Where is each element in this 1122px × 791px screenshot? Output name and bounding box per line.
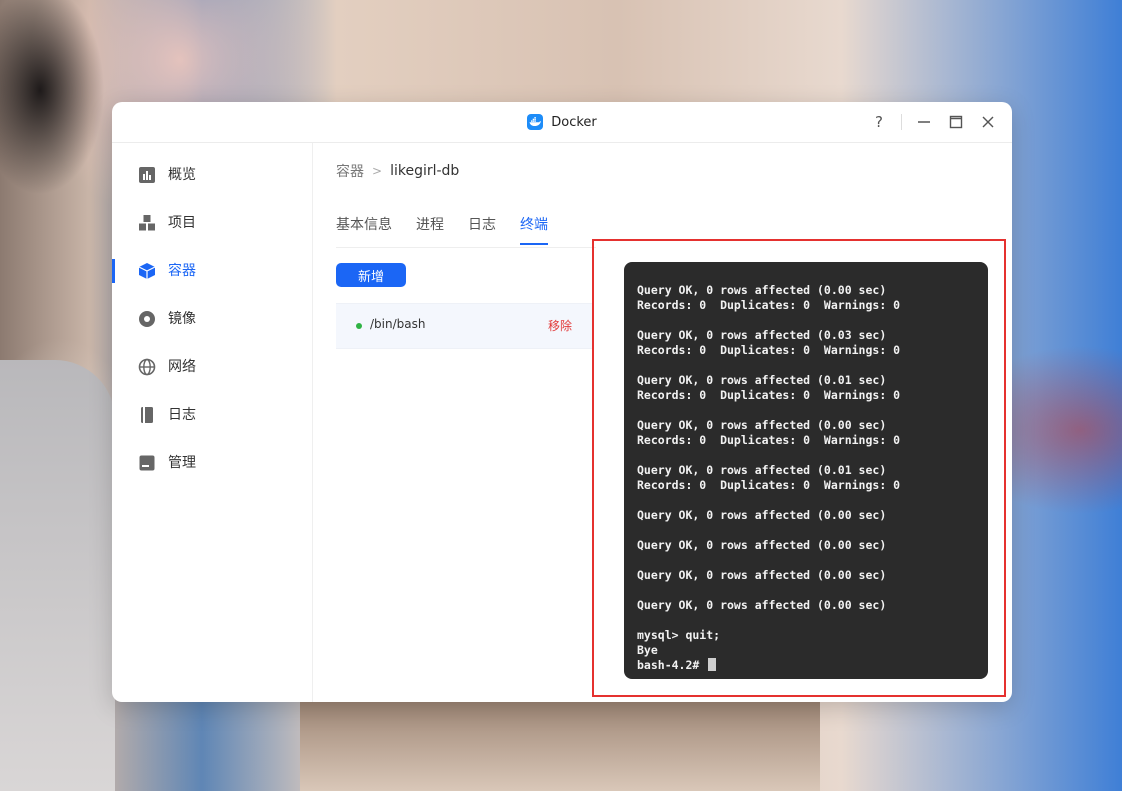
tab-basic-info[interactable]: 基本信息 [336, 215, 392, 235]
controls-divider [901, 114, 902, 130]
sidebar-item-containers[interactable]: 容器 [112, 255, 312, 287]
breadcrumb: 容器 > likegirl-db [336, 161, 459, 181]
breadcrumb-parent[interactable]: 容器 [336, 161, 364, 181]
sidebar-item-manage[interactable]: 管理 [112, 447, 312, 479]
terminal-output: Query OK, 0 rows affected (0.00 sec) Rec… [637, 283, 900, 673]
sidebar-item-logs[interactable]: 日志 [112, 399, 312, 431]
sidebar-item-label: 日志 [168, 407, 196, 423]
remove-session-link[interactable]: 移除 [548, 317, 572, 334]
disc-icon [138, 310, 156, 328]
session-name[interactable]: /bin/bash [370, 317, 425, 331]
add-session-button[interactable]: 新增 [336, 263, 406, 287]
terminal-prompt: bash-4.2# [637, 658, 707, 672]
docker-whale-icon [527, 114, 544, 130]
window-controls: ? [869, 102, 998, 142]
sidebar-item-images[interactable]: 镜像 [112, 303, 312, 335]
question-icon[interactable]: ? [869, 112, 889, 132]
breadcrumb-current: likegirl-db [390, 163, 460, 179]
sidebar-item-label: 镜像 [168, 311, 196, 327]
sidebar: 概览 项目 容器 镜像 网络 日志 管理 [112, 143, 313, 702]
overview-chart-icon [138, 166, 156, 184]
tab-processes[interactable]: 进程 [416, 215, 444, 235]
log-book-icon [138, 406, 156, 424]
sidebar-item-label: 管理 [168, 455, 196, 471]
minimize-icon[interactable] [914, 112, 934, 132]
sidebar-item-label: 网络 [168, 359, 196, 375]
background-ledge [300, 700, 820, 791]
status-dot-icon [356, 323, 362, 329]
session-row[interactable]: /bin/bash 移除 [336, 303, 592, 349]
sidebar-item-label: 项目 [168, 215, 196, 231]
globe-icon [138, 358, 156, 376]
window-title: Docker [551, 114, 597, 130]
cubes-icon [138, 214, 156, 232]
maximize-icon[interactable] [946, 112, 966, 132]
close-icon[interactable] [978, 112, 998, 132]
tab-bar: 基本信息 进程 日志 终端 [336, 215, 596, 248]
sidebar-item-label: 容器 [168, 263, 196, 279]
container-cube-icon [138, 262, 156, 280]
title-bar: Docker ? [112, 102, 1012, 143]
manage-panel-icon [138, 454, 156, 472]
sidebar-item-label: 概览 [168, 167, 196, 183]
background-hair [0, 0, 120, 240]
tab-logs[interactable]: 日志 [468, 215, 496, 235]
terminal-log: Query OK, 0 rows affected (0.00 sec) Rec… [637, 283, 901, 657]
sidebar-item-overview[interactable]: 概览 [112, 159, 312, 191]
sidebar-item-projects[interactable]: 项目 [112, 207, 312, 239]
breadcrumb-separator-icon: > [372, 164, 383, 178]
sidebar-item-network[interactable]: 网络 [112, 351, 312, 383]
terminal-panel[interactable]: Query OK, 0 rows affected (0.00 sec) Rec… [624, 262, 988, 679]
background-sleeve [0, 360, 115, 791]
tab-terminal[interactable]: 终端 [520, 215, 548, 245]
terminal-cursor [708, 658, 717, 671]
